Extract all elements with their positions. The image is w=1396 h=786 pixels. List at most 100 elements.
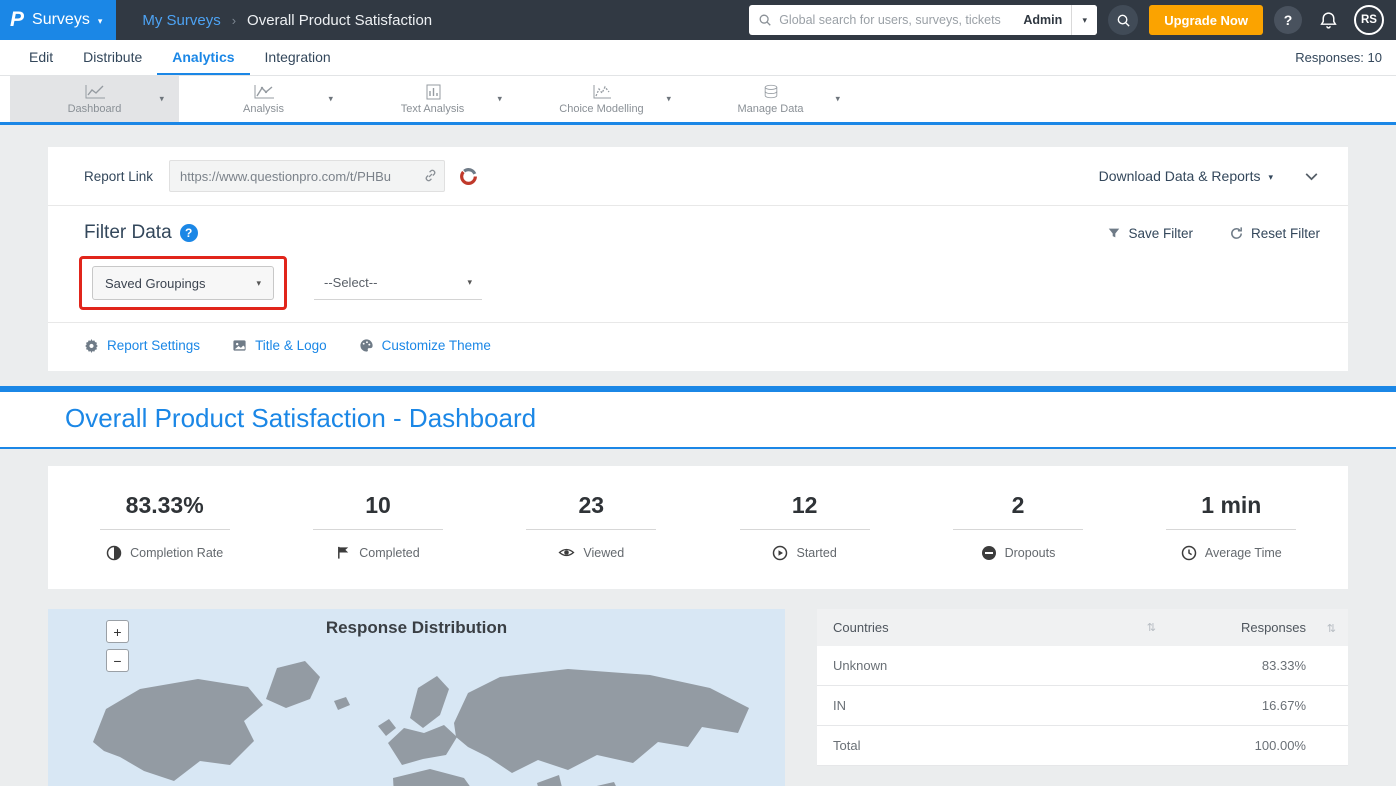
completion-rate-icon bbox=[106, 545, 122, 561]
stat-label: Average Time bbox=[1205, 546, 1282, 560]
saved-groupings-label: Saved Groupings bbox=[105, 276, 205, 291]
analysis-chart-icon bbox=[253, 84, 275, 100]
gear-icon bbox=[84, 338, 99, 353]
topbar: P Surveys ▾ My Surveys › Overall Product… bbox=[0, 0, 1396, 40]
global-search-input[interactable] bbox=[779, 13, 1014, 27]
toolbar-item-label: Analysis bbox=[243, 103, 284, 115]
caret-down-icon[interactable]: ▾ bbox=[835, 94, 840, 105]
reset-filter-button[interactable]: Reset Filter bbox=[1229, 226, 1320, 241]
filter-help-icon[interactable]: ? bbox=[180, 224, 198, 242]
responses-header[interactable]: Responses bbox=[1156, 620, 1306, 635]
caret-down-icon[interactable]: ▾ bbox=[328, 94, 333, 105]
analytics-toolbar: Dashboard ▾ Analysis ▾ Text Analysis ▾ C… bbox=[0, 76, 1396, 125]
saved-groupings-select[interactable]: Saved Groupings ▾ bbox=[92, 266, 274, 300]
image-icon bbox=[232, 338, 247, 353]
choice-modelling-icon bbox=[591, 84, 613, 100]
notifications-button[interactable] bbox=[1313, 5, 1343, 35]
response-distribution-section: Response Distribution + − bbox=[48, 609, 1348, 786]
stat-dropouts: 2 Dropouts bbox=[911, 492, 1124, 561]
breadcrumb: My Surveys › Overall Product Satisfactio… bbox=[142, 12, 432, 29]
stat-value: 1 min bbox=[1201, 492, 1261, 519]
country-cell: Unknown bbox=[833, 658, 1156, 673]
caret-down-icon[interactable]: ▾ bbox=[666, 94, 671, 105]
caret-down-icon[interactable]: ▾ bbox=[159, 94, 164, 105]
surveys-product-menu[interactable]: P Surveys ▾ bbox=[0, 0, 116, 40]
stat-started: 12 Started bbox=[698, 492, 911, 561]
world-map[interactable] bbox=[48, 647, 785, 786]
toolbar-item-dashboard[interactable]: Dashboard ▾ bbox=[10, 76, 179, 122]
toolbar-item-label: Manage Data bbox=[737, 103, 803, 115]
page-title: Overall Product Satisfaction - Dashboard bbox=[65, 403, 536, 433]
caret-down-icon: ▾ bbox=[1082, 15, 1087, 25]
tab-analytics[interactable]: Analytics bbox=[157, 40, 249, 75]
toolbar-item-manage-data[interactable]: Manage Data ▾ bbox=[686, 76, 855, 122]
reset-filter-label: Reset Filter bbox=[1251, 226, 1320, 241]
stat-value: 2 bbox=[1012, 492, 1025, 519]
report-filter-card: Report Link Download Data & Reports ▾ Fi… bbox=[48, 147, 1348, 371]
stat-average-time: 1 min Average Time bbox=[1125, 492, 1338, 561]
toolbar-item-analysis[interactable]: Analysis ▾ bbox=[179, 76, 348, 122]
countries-header[interactable]: Countries bbox=[833, 620, 889, 635]
country-cell: IN bbox=[833, 698, 1156, 713]
search-scope-dropdown[interactable]: ▾ bbox=[1071, 5, 1097, 35]
caret-down-icon: ▾ bbox=[98, 14, 103, 27]
sort-icon[interactable]: ⇅ bbox=[1147, 621, 1156, 634]
refresh-icon bbox=[1229, 226, 1244, 241]
report-link-input[interactable] bbox=[169, 160, 445, 192]
link-icon[interactable] bbox=[423, 168, 438, 183]
toolbar-item-text-analysis[interactable]: Text Analysis ▾ bbox=[348, 76, 517, 122]
filter-data-title: Filter Data bbox=[84, 222, 172, 244]
help-button[interactable]: ? bbox=[1274, 6, 1302, 34]
save-filter-button[interactable]: Save Filter bbox=[1107, 226, 1193, 241]
database-icon bbox=[761, 83, 781, 100]
search-button[interactable] bbox=[1108, 5, 1138, 35]
table-row: Unknown 83.33% bbox=[817, 646, 1348, 686]
caret-down-icon: ▾ bbox=[467, 277, 472, 288]
upgrade-now-button[interactable]: Upgrade Now bbox=[1149, 5, 1263, 35]
customize-theme-link[interactable]: Customize Theme bbox=[359, 338, 491, 353]
zoom-out-button[interactable]: − bbox=[106, 649, 129, 672]
caret-down-icon[interactable]: ▾ bbox=[497, 94, 502, 105]
title-logo-link[interactable]: Title & Logo bbox=[232, 338, 327, 353]
user-avatar[interactable]: RS bbox=[1354, 5, 1384, 35]
minus-circle-icon bbox=[981, 545, 997, 561]
tab-edit[interactable]: Edit bbox=[14, 40, 68, 75]
title-logo-label: Title & Logo bbox=[255, 338, 327, 353]
divider bbox=[1166, 529, 1296, 530]
collapse-chevron-icon[interactable] bbox=[1303, 168, 1320, 185]
download-data-reports-dropdown[interactable]: Download Data & Reports ▾ bbox=[1099, 168, 1273, 184]
customize-theme-label: Customize Theme bbox=[382, 338, 491, 353]
breadcrumb-current-survey: Overall Product Satisfaction bbox=[247, 12, 432, 29]
questionpro-logo-icon: P bbox=[10, 8, 24, 32]
search-scope-label: Admin bbox=[1014, 13, 1071, 27]
toolbar-item-label: Dashboard bbox=[68, 103, 122, 115]
stat-value: 12 bbox=[792, 492, 818, 519]
toolbar-item-choice-modelling[interactable]: Choice Modelling ▾ bbox=[517, 76, 686, 122]
zoom-in-button[interactable]: + bbox=[106, 620, 129, 643]
saved-groupings-wrap: Saved Groupings ▾ bbox=[92, 266, 274, 300]
sort-icon[interactable]: ⇅ bbox=[1327, 623, 1336, 635]
funnel-icon bbox=[1107, 226, 1121, 240]
caret-down-icon: ▾ bbox=[1268, 170, 1273, 183]
bell-icon bbox=[1319, 11, 1338, 30]
stat-value: 10 bbox=[365, 492, 391, 519]
tab-distribute[interactable]: Distribute bbox=[68, 40, 157, 75]
report-settings-link[interactable]: Report Settings bbox=[84, 338, 200, 353]
table-row: IN 16.67% bbox=[817, 686, 1348, 726]
countries-table: Countries ⇅ Responses ⇅ Unknown 83.33% I… bbox=[817, 609, 1348, 766]
responses-cell: 100.00% bbox=[1156, 738, 1306, 753]
stat-label: Viewed bbox=[583, 546, 624, 560]
country-cell: Total bbox=[833, 738, 1156, 753]
tab-integration[interactable]: Integration bbox=[250, 40, 346, 75]
stat-value: 83.33% bbox=[126, 492, 204, 519]
grouping-value-select[interactable]: --Select-- ▾ bbox=[314, 266, 482, 300]
dashboard-title-band: Overall Product Satisfaction - Dashboard bbox=[0, 392, 1396, 449]
stat-label: Dropouts bbox=[1005, 546, 1056, 560]
eye-icon bbox=[558, 545, 575, 560]
live-report-badge-icon[interactable] bbox=[459, 167, 478, 186]
line-chart-icon bbox=[84, 84, 106, 100]
breadcrumb-my-surveys[interactable]: My Surveys bbox=[142, 12, 220, 29]
report-link-field bbox=[169, 160, 445, 192]
stat-label: Completion Rate bbox=[130, 546, 223, 560]
search-icon bbox=[1116, 13, 1131, 28]
